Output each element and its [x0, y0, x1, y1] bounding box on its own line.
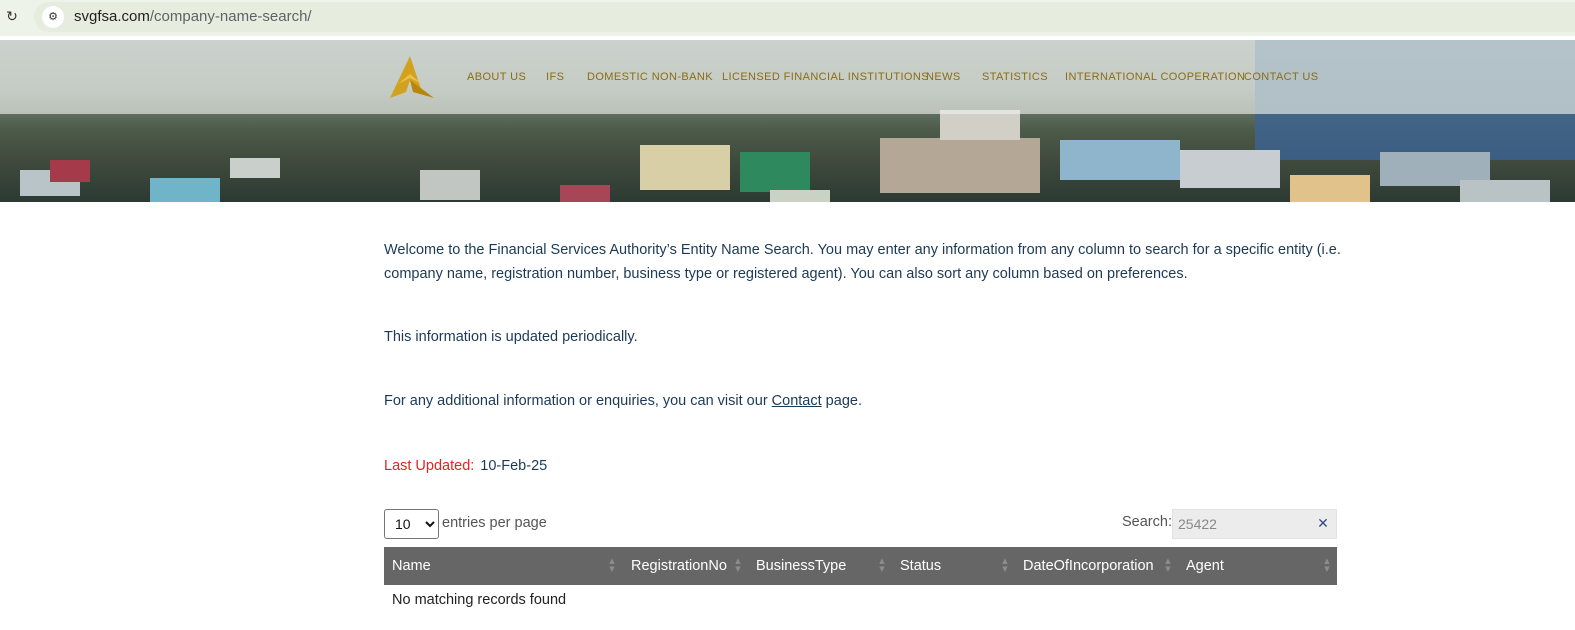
- search-label: Search:: [1122, 514, 1172, 530]
- column-name[interactable]: Name: [384, 547, 623, 585]
- last-updated: Last Updated: 10-Feb-25: [384, 454, 547, 478]
- sort-icon[interactable]: ▲ ▼: [1323, 557, 1331, 575]
- column-name-label: Name: [392, 558, 431, 574]
- sort-icon[interactable]: ▲ ▼: [878, 557, 886, 575]
- fsa-logo-icon[interactable]: [386, 54, 436, 100]
- page-size-select[interactable]: 10: [384, 509, 439, 539]
- nav-contact-us[interactable]: CONTACT US: [1244, 68, 1319, 86]
- table-header: Name ▲ ▼ RegistrationNo ▲ ▼ BusinessType ▲…: [384, 547, 1337, 585]
- url-text[interactable]: svgfsa.com/company-name-search/: [74, 8, 312, 26]
- enquiry-suffix: page.: [821, 393, 862, 409]
- sort-icon[interactable]: ▲ ▼: [1164, 557, 1172, 575]
- enquiry-text: For any additional information or enquir…: [384, 389, 862, 413]
- column-registrationno[interactable]: RegistrationNo: [623, 547, 748, 585]
- column-agent-label: Agent: [1186, 558, 1224, 574]
- column-dateofincorporation-label: DateOfIncorporation: [1023, 558, 1154, 574]
- sort-icon[interactable]: ▲ ▼: [734, 557, 742, 575]
- sort-icon[interactable]: ▲ ▼: [1001, 557, 1009, 575]
- nav-news[interactable]: NEWS: [926, 68, 961, 86]
- reload-icon[interactable]: ↻: [4, 8, 20, 26]
- column-businesstype-label: BusinessType: [756, 558, 847, 574]
- entity-table: Name ▲ ▼ RegistrationNo ▲ ▼ BusinessType ▲…: [384, 547, 1337, 608]
- url-path: /company-name-search/: [149, 8, 312, 25]
- column-status-label: Status: [900, 558, 942, 574]
- last-updated-label: Last Updated:: [384, 458, 475, 474]
- search-box: ✕: [1172, 509, 1337, 539]
- column-dateofincorporation[interactable]: DateOfIncorporation: [1015, 547, 1178, 585]
- enquiry-prefix: For any additional information or enquir…: [384, 393, 772, 409]
- nav-ifs[interactable]: IFS: [546, 68, 564, 86]
- last-updated-value: 10-Feb-25: [480, 458, 548, 474]
- sort-icon[interactable]: ▲ ▼: [608, 557, 616, 575]
- site-info-icon[interactable]: ⚙: [42, 6, 64, 28]
- column-agent[interactable]: Agent: [1178, 547, 1337, 585]
- nav-about-us[interactable]: ABOUT US: [467, 68, 526, 86]
- clear-icon[interactable]: ✕: [1316, 516, 1330, 532]
- column-businesstype[interactable]: BusinessType: [748, 547, 892, 585]
- empty-message: No matching records found: [392, 592, 567, 608]
- browser-address-bar: ↻ ⚙ svgfsa.com/company-name-search/: [0, 0, 1575, 36]
- column-status[interactable]: Status: [892, 547, 1015, 585]
- nav-statistics[interactable]: STATISTICS: [982, 68, 1048, 86]
- update-note: This information is updated periodically…: [384, 329, 638, 345]
- column-registrationno-label: RegistrationNo: [631, 558, 727, 574]
- nav-domestic-non-bank[interactable]: DOMESTIC NON-BANK: [587, 68, 713, 86]
- page-size-label: entries per page: [442, 515, 547, 531]
- search-input[interactable]: [1173, 510, 1313, 538]
- hero-banner: ABOUT US IFS DOMESTIC NON-BANK LICENSED …: [0, 40, 1575, 202]
- nav-international-cooperation[interactable]: INTERNATIONAL COOPERATION: [1065, 68, 1245, 86]
- nav-licensed-financial-institutions[interactable]: LICENSED FINANCIAL INSTITUTIONS: [722, 68, 929, 86]
- contact-link[interactable]: Contact: [772, 393, 822, 409]
- url-host: svgfsa.com: [74, 8, 150, 25]
- intro-text: Welcome to the Financial Services Author…: [384, 242, 1341, 282]
